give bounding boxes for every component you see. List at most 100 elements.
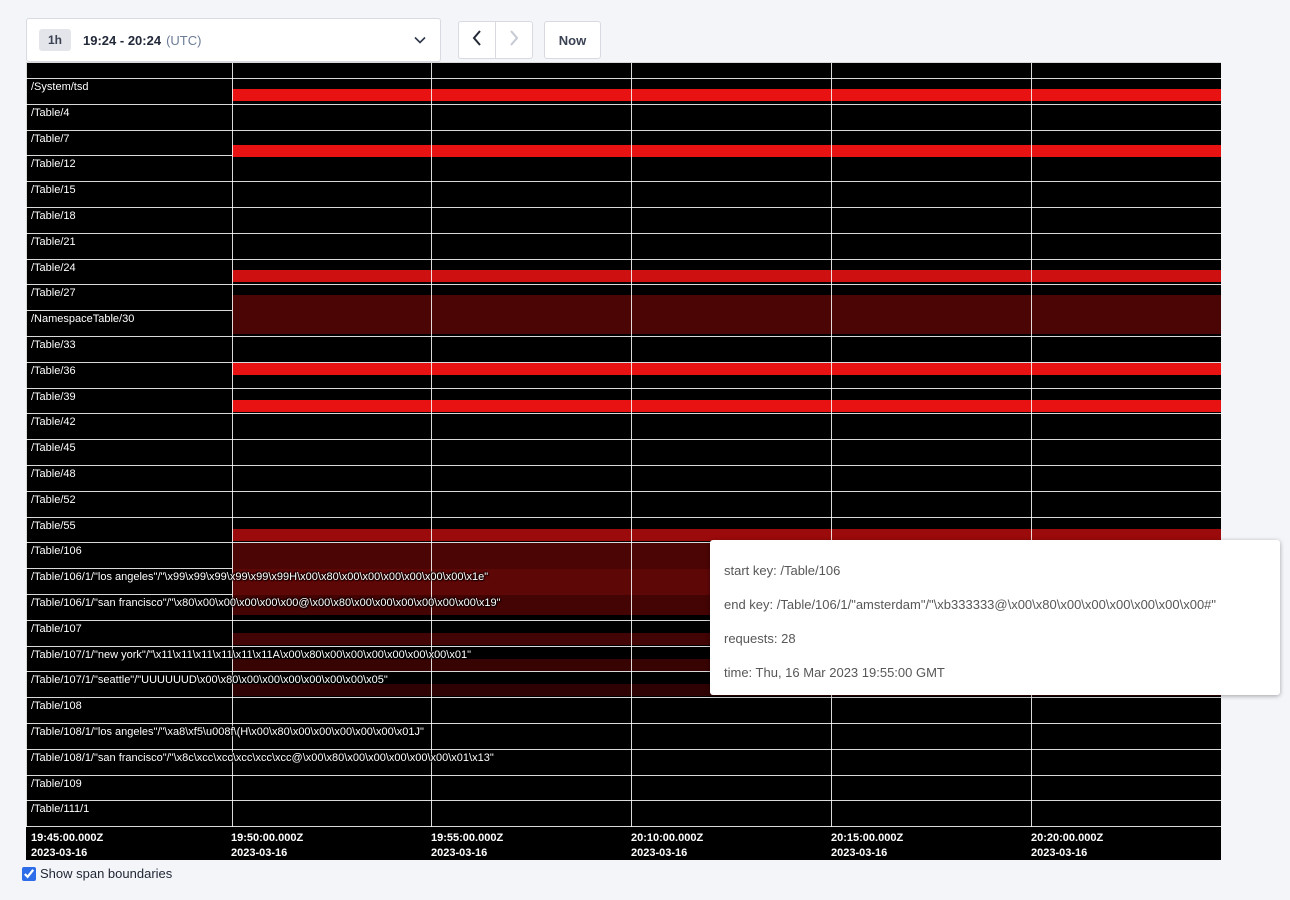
span-start-key-label: /Table/48 [31,468,76,480]
tick-date: 2023-03-16 [31,846,103,861]
time-nav-group [458,21,533,59]
next-time-button[interactable] [495,21,533,59]
span-row[interactable]: /Table/12 [26,155,1221,181]
span-row[interactable]: /Table/108/1/"san francisco"/"\x8c\xcc\x… [26,749,1221,775]
span-start-key-label: /Table/107/1/"new york"/"\x11\x11\x11\x1… [31,649,471,661]
span-row[interactable]: /Table/108 [26,697,1221,723]
x-axis-tick: 19:50:00.000Z 2023-03-16 [231,831,303,861]
span-start-key-label: /Table/106 [31,545,82,557]
key-visualizer-page: 1h 19:24 - 20:24 (UTC) Now /System/tsd/T… [0,0,1290,900]
x-axis-tick: 20:10:00.000Z 2023-03-16 [631,831,703,861]
tick-date: 2023-03-16 [231,846,303,861]
tick-date: 2023-03-16 [431,846,503,861]
toolbar: 1h 19:24 - 20:24 (UTC) Now [26,18,601,62]
span-start-key-label: /NamespaceTable/30 [31,313,134,325]
tooltip-time: time: Thu, 16 Mar 2023 19:55:00 GMT [724,663,1266,683]
span-start-key-label: /Table/27 [31,287,76,299]
span-row[interactable]: /Table/27 [26,284,1221,310]
x-axis-tick: 19:55:00.000Z 2023-03-16 [431,831,503,861]
span-row[interactable]: /System/tsd [26,78,1221,104]
tick-time: 19:55:00.000Z [431,831,503,846]
span-start-key-label: /System/tsd [31,81,88,93]
span-row[interactable]: /Table/108/1/"los angeles"/"\xa8\xf5\u00… [26,723,1221,749]
span-row[interactable]: /Table/7 [26,130,1221,156]
span-row[interactable]: /Table/111/1 [26,800,1221,826]
x-axis-tick: 19:45:00.000Z 2023-03-16 [31,831,103,861]
span-row[interactable]: /Table/36 [26,362,1221,388]
prev-time-button[interactable] [458,21,496,59]
span-start-key-label: /Table/7 [31,133,70,145]
span-start-key-label: /Table/39 [31,391,76,403]
x-axis: 19:45:00.000Z 2023-03-16 19:50:00.000Z 2… [26,827,1221,861]
span-start-key-label: /Table/4 [31,107,70,119]
tick-time: 20:10:00.000Z [631,831,703,846]
span-row[interactable]: /Table/4 [26,104,1221,130]
span-hover-tooltip: start key: /Table/106 end key: /Table/10… [710,540,1280,695]
heat-band[interactable] [232,270,1221,282]
tick-time: 19:45:00.000Z [31,831,103,846]
span-row[interactable]: /Table/45 [26,439,1221,465]
span-start-key-label: /Table/21 [31,236,76,248]
span-start-key-label: /Table/36 [31,365,76,377]
span-row[interactable]: /Table/42 [26,413,1221,439]
x-axis-tick: 20:20:00.000Z 2023-03-16 [1031,831,1103,861]
span-row[interactable]: /NamespaceTable/30 [26,310,1221,336]
show-span-boundaries-checkbox[interactable] [22,867,36,881]
heat-band[interactable] [232,89,1221,101]
show-span-boundaries-label: Show span boundaries [40,866,172,881]
tooltip-end-key: end key: /Table/106/1/"amsterdam"/"\xb33… [724,595,1266,615]
heat-band[interactable] [232,311,1221,334]
span-row[interactable]: /Table/39 [26,388,1221,414]
span-start-key-label: /Table/111/1 [31,803,89,815]
x-axis-tick: 20:15:00.000Z 2023-03-16 [831,831,903,861]
tick-time: 20:15:00.000Z [831,831,903,846]
span-start-key-label: /Table/108/1/"los angeles"/"\xa8\xf5\u00… [31,726,424,738]
span-start-key-label: /Table/106/1/"los angeles"/"\x99\x99\x99… [31,571,488,583]
tick-time: 20:20:00.000Z [1031,831,1103,846]
tick-time: 19:50:00.000Z [231,831,303,846]
span-row[interactable]: /Table/21 [26,233,1221,259]
now-button[interactable]: Now [544,21,601,59]
tooltip-requests: requests: 28 [724,629,1266,649]
chevron-right-icon [509,30,519,51]
span-start-key-label: /Table/24 [31,262,76,274]
span-row[interactable]: /Table/55 [26,517,1221,543]
key-visualizer-heatmap[interactable]: /System/tsd/Table/4/Table/7/Table/12/Tab… [26,62,1221,860]
tick-date: 2023-03-16 [631,846,703,861]
span-start-key-label: /Table/33 [31,339,76,351]
heat-band[interactable] [232,295,1221,311]
heat-band[interactable] [232,529,1221,541]
span-row[interactable]: /Table/33 [26,336,1221,362]
chevron-left-icon [472,30,482,51]
chevron-down-icon [414,36,426,44]
span-start-key-label: /Table/18 [31,210,76,222]
span-start-key-label: /Table/42 [31,416,76,428]
heat-band[interactable] [232,145,1221,157]
span-row[interactable]: /Table/109 [26,775,1221,801]
span-start-key-label: /Table/108 [31,700,82,712]
span-row[interactable]: /Table/48 [26,465,1221,491]
tick-date: 2023-03-16 [831,846,903,861]
span-start-key-label: /Table/108/1/"san francisco"/"\x8c\xcc\x… [31,752,494,764]
tick-date: 2023-03-16 [1031,846,1103,861]
span-row[interactable]: /Table/24 [26,259,1221,285]
span-start-key-label: /Table/107/1/"seattle"/"UUUUUUD\x00\x80\… [31,674,388,686]
span-start-key-label: /Table/55 [31,520,76,532]
show-span-boundaries-toggle[interactable]: Show span boundaries [22,866,172,881]
time-range-selector[interactable]: 1h 19:24 - 20:24 (UTC) [26,18,441,62]
timezone-label: (UTC) [166,33,201,48]
time-range-label: 19:24 - 20:24 [83,33,161,48]
rows-layer: /System/tsd/Table/4/Table/7/Table/12/Tab… [26,78,1221,827]
span-start-key-label: /Table/52 [31,494,76,506]
span-start-key-label: /Table/106/1/"san francisco"/"\x80\x00\x… [31,597,501,609]
span-row[interactable]: /Table/15 [26,181,1221,207]
span-start-key-label: /Table/109 [31,778,82,790]
heat-band[interactable] [232,363,1221,375]
span-row[interactable]: /Table/52 [26,491,1221,517]
span-start-key-label: /Table/107 [31,623,82,635]
span-row[interactable]: /Table/18 [26,207,1221,233]
duration-badge: 1h [39,29,71,51]
span-start-key-label: /Table/12 [31,158,76,170]
heat-band[interactable] [232,400,1221,412]
span-start-key-label: /Table/15 [31,184,76,196]
